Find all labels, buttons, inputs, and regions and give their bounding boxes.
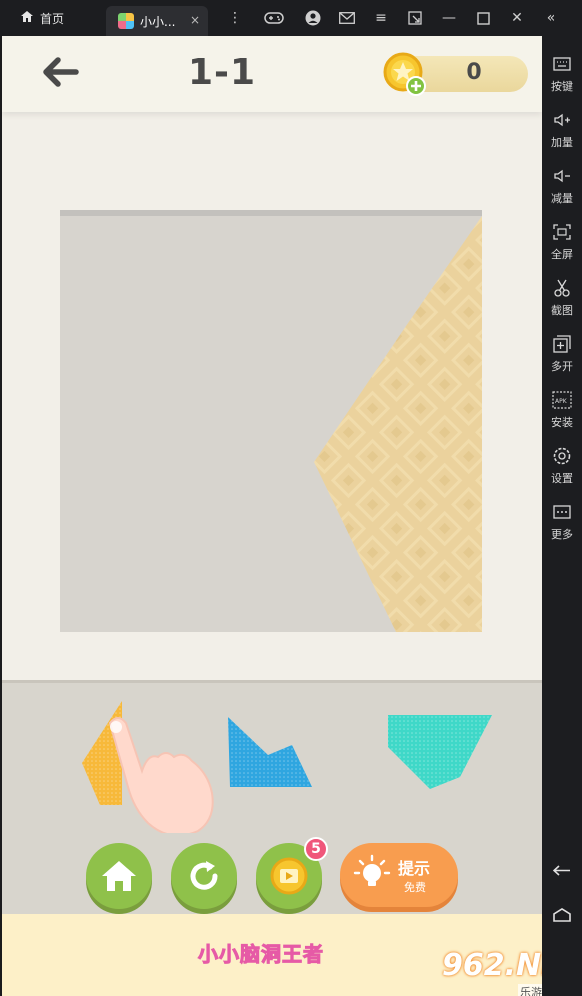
android-back-icon[interactable] — [542, 856, 582, 886]
close-icon[interactable]: ✕ — [500, 0, 534, 36]
puzzle-board[interactable] — [60, 210, 482, 632]
level-title: 1-1 — [187, 52, 257, 93]
top-icons: ⋮ ≡ — ✕ « — [218, 0, 568, 36]
sidebar-item-install[interactable]: APK 安装 — [542, 386, 582, 442]
sidebar-label: 更多 — [551, 528, 573, 541]
sidebar-label: 全屏 — [551, 248, 573, 261]
footer-banner: 小小脑洞王者 962.NET 乐游网 — [2, 914, 542, 996]
piece-blue[interactable] — [228, 717, 312, 787]
home-button[interactable] — [86, 843, 152, 909]
sidebar-label: 多开 — [551, 360, 573, 373]
sidebar-item-volume-down[interactable]: 减量 — [542, 162, 582, 218]
refresh-button[interactable] — [171, 843, 237, 909]
pieces-tray: 5 提示 免费 — [2, 680, 542, 914]
sidebar-item-keys[interactable]: 按键 — [542, 50, 582, 106]
board-piece-pattern — [314, 216, 482, 632]
more-icon — [552, 502, 572, 522]
watermark: 962.NET 乐游网 — [442, 948, 542, 996]
lightbulb-icon — [353, 854, 391, 886]
home-tab[interactable]: 首页 — [0, 0, 106, 36]
sidebar-label: 加量 — [551, 136, 573, 149]
sidebar-label: 截图 — [551, 304, 573, 317]
tutorial-hand-icon — [108, 717, 214, 833]
menu-icon[interactable]: ≡ — [364, 0, 398, 36]
game-logo-text: 小小脑洞王者 — [198, 942, 324, 967]
emulator-window: 首页 小小... × ⋮ ≡ — ✕ « 按键 加量 减量 全屏 截图 多开 A… — [0, 0, 582, 996]
volume-down-icon — [552, 166, 572, 186]
shrink-icon[interactable] — [398, 0, 432, 36]
gamepad-icon[interactable] — [252, 0, 296, 36]
apk-install-icon: APK — [552, 390, 572, 410]
minimize-icon[interactable]: — — [432, 0, 466, 36]
video-coin-button[interactable]: 5 — [256, 837, 328, 909]
game-header: 1-1 0 — [2, 36, 542, 112]
hint-sublabel: 免费 — [404, 881, 426, 894]
scissors-icon — [552, 278, 572, 298]
piece-yellow[interactable] — [82, 701, 122, 805]
pieces-layer — [82, 701, 492, 833]
piece-teal[interactable] — [388, 715, 492, 789]
app-icon — [118, 13, 134, 29]
emulator-sidebar: 按键 加量 减量 全屏 截图 多开 APK 安装 设置 更多 — [542, 36, 582, 996]
refresh-icon — [190, 861, 218, 890]
emulator-top-bar: 首页 小小... × ⋮ ≡ — ✕ « — [0, 0, 582, 36]
sidebar-label: 设置 — [551, 472, 573, 485]
collapse-icon[interactable]: « — [534, 0, 568, 36]
keyboard-icon — [552, 54, 572, 74]
sidebar-label: 减量 — [551, 192, 573, 205]
sidebar-item-multi-open[interactable]: 多开 — [542, 330, 582, 386]
home-icon — [102, 861, 136, 891]
watermark-sub: 乐游网 — [518, 984, 542, 996]
watermark-main: 962.NET — [442, 948, 542, 983]
android-home-icon[interactable] — [542, 900, 582, 930]
maximize-icon[interactable] — [466, 0, 500, 36]
fullscreen-icon — [552, 222, 572, 242]
coin-value: 0 — [466, 60, 482, 85]
sidebar-item-more[interactable]: 更多 — [542, 498, 582, 554]
sidebar-item-settings[interactable]: 设置 — [542, 442, 582, 498]
mail-icon[interactable] — [330, 0, 364, 36]
sidebar-item-screenshot[interactable]: 截图 — [542, 274, 582, 330]
hint-label: 提示 — [398, 859, 431, 878]
app-tab-label: 小小... — [140, 14, 176, 29]
back-arrow-icon[interactable] — [40, 54, 80, 90]
house-icon — [20, 10, 34, 26]
tab-close-icon[interactable]: × — [190, 13, 200, 27]
app-tab[interactable]: 小小... × — [106, 6, 208, 36]
settings-icon — [552, 446, 572, 466]
user-icon[interactable] — [296, 0, 330, 36]
svg-text:APK: APK — [555, 398, 568, 405]
multi-open-icon — [552, 334, 572, 354]
sidebar-label: 按键 — [551, 80, 573, 93]
volume-up-icon — [552, 110, 572, 130]
coin-add-icon[interactable] — [382, 52, 428, 98]
sidebar-label: 安装 — [551, 416, 573, 429]
more-vertical-icon[interactable]: ⋮ — [218, 0, 252, 36]
video-coin-icon — [270, 857, 308, 895]
hint-button[interactable]: 提示 免费 — [340, 843, 458, 907]
sidebar-item-volume-up[interactable]: 加量 — [542, 106, 582, 162]
home-tab-label: 首页 — [40, 11, 65, 26]
game-screen: 1-1 0 5 提示 免费 小小脑洞王者 962.N 乐游 — [2, 36, 542, 996]
video-badge: 5 — [304, 837, 328, 861]
sidebar-item-fullscreen[interactable]: 全屏 — [542, 218, 582, 274]
